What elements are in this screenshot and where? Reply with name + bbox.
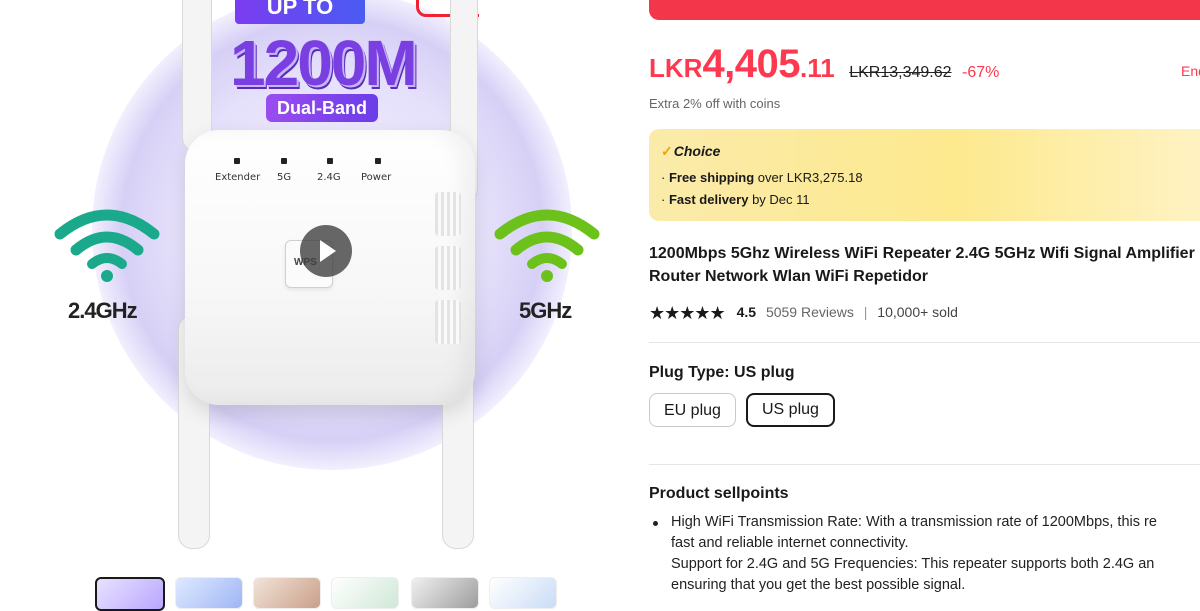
sellpoint-line: fast and reliable internet connectivity.	[671, 535, 909, 551]
led-extender	[234, 158, 240, 164]
thumbnail-image[interactable]	[175, 577, 243, 609]
rating-separator: |	[863, 304, 868, 320]
original-price: LKR13,349.62	[849, 64, 952, 81]
fast-delivery-line: · Fast delivery by Dec 11	[661, 192, 810, 207]
product-gallery: UP TO 1200M Dual-Band Extender 5G 2.4G P…	[0, 0, 640, 611]
wifi-5ghz-icon	[494, 209, 600, 282]
choice-badge: ✓Choice	[661, 143, 720, 160]
promo-speed-label: 1200M	[230, 27, 418, 99]
sellpoints-heading: Product sellpoints	[649, 485, 789, 502]
wifi-2-4ghz-icon	[54, 209, 160, 282]
price-decimal: .11	[800, 53, 835, 83]
star-rating-icon: ★★★★★	[649, 303, 726, 323]
fast-delivery-label: Fast delivery	[668, 192, 749, 207]
promo-dual-band-label: Dual-Band	[266, 94, 378, 122]
free-shipping-threshold: over LKR3,275.18	[754, 170, 863, 185]
discount-badge: -67%	[961, 64, 1000, 81]
plug-type-heading: Plug Type:	[649, 364, 730, 381]
plug-type-label: Plug Type: US plug	[649, 364, 794, 382]
sellpoint-line: Support for 2.4G and 5G Frequencies: Thi…	[671, 556, 1155, 572]
coins-note: Extra 2% off with coins	[649, 96, 781, 111]
thumbnail-image[interactable]	[331, 577, 399, 609]
thumbnail-image[interactable]	[95, 577, 165, 611]
promo-up-to-label: UP TO	[235, 0, 365, 24]
plug-type-selected: US plug	[734, 364, 795, 381]
price-integer: 4,405	[702, 42, 801, 86]
option-us-plug[interactable]: US plug	[746, 393, 835, 427]
option-eu-plug[interactable]: EU plug	[649, 393, 736, 427]
band-label-5ghz: 5GHz	[519, 298, 572, 323]
thumbnail-image[interactable]	[489, 577, 557, 609]
free-shipping-label: Free shipping	[668, 170, 755, 185]
reviews-link[interactable]: 5059 Reviews	[766, 304, 854, 320]
divider	[649, 342, 1200, 343]
side-vent	[435, 300, 461, 344]
band-label-2-4ghz: 2.4GHz	[68, 298, 138, 323]
side-vent	[435, 246, 461, 290]
choice-label: Choice	[673, 143, 721, 159]
product-details: LKR4,405.11 LKR13,349.62 -67% End Extra …	[649, 0, 1200, 600]
led-label-power: Power	[361, 172, 392, 183]
play-video-icon[interactable]	[300, 225, 352, 277]
promo-banner[interactable]	[649, 0, 1200, 20]
rating-row: ★★★★★ 4.5 5059 Reviews | 10,000+ sold	[649, 303, 958, 324]
price-row: LKR4,405.11 LKR13,349.62 -67%	[649, 42, 999, 86]
led-label-extender: Extender	[215, 172, 261, 183]
check-icon: ✓	[661, 143, 673, 159]
thumbnail-image[interactable]	[411, 577, 479, 609]
fast-delivery-date: by Dec 11	[748, 192, 810, 207]
sellpoint-line: High WiFi Transmission Rate: With a tran…	[671, 514, 1157, 530]
product-title: 1200Mbps 5Ghz Wireless WiFi Repeater 2.4…	[649, 245, 1195, 285]
led-5g	[281, 158, 287, 164]
sale-ends-label: End	[1181, 63, 1200, 79]
bullet-icon	[653, 521, 658, 526]
antenna-top-left	[182, 0, 212, 152]
led-label-2-4g: 2.4G	[317, 172, 341, 183]
sold-count: 10,000+ sold	[877, 304, 958, 320]
led-label-5g: 5G	[277, 172, 292, 183]
side-vent	[435, 192, 461, 236]
led-2-4g	[327, 158, 333, 164]
choice-box[interactable]: ✓Choice · Free shipping over LKR3,275.18…	[649, 129, 1200, 221]
free-shipping-line: · Free shipping over LKR3,275.18	[661, 170, 863, 185]
price-currency: LKR	[649, 53, 703, 83]
sellpoint-line: ensuring that you get the best possible …	[671, 577, 966, 593]
product-main-image[interactable]: UP TO 1200M Dual-Band Extender 5G 2.4G P…	[30, 0, 624, 558]
led-power	[375, 158, 381, 164]
divider	[649, 464, 1200, 465]
rating-value: 4.5	[736, 304, 757, 320]
thumbnail-image[interactable]	[253, 577, 321, 609]
